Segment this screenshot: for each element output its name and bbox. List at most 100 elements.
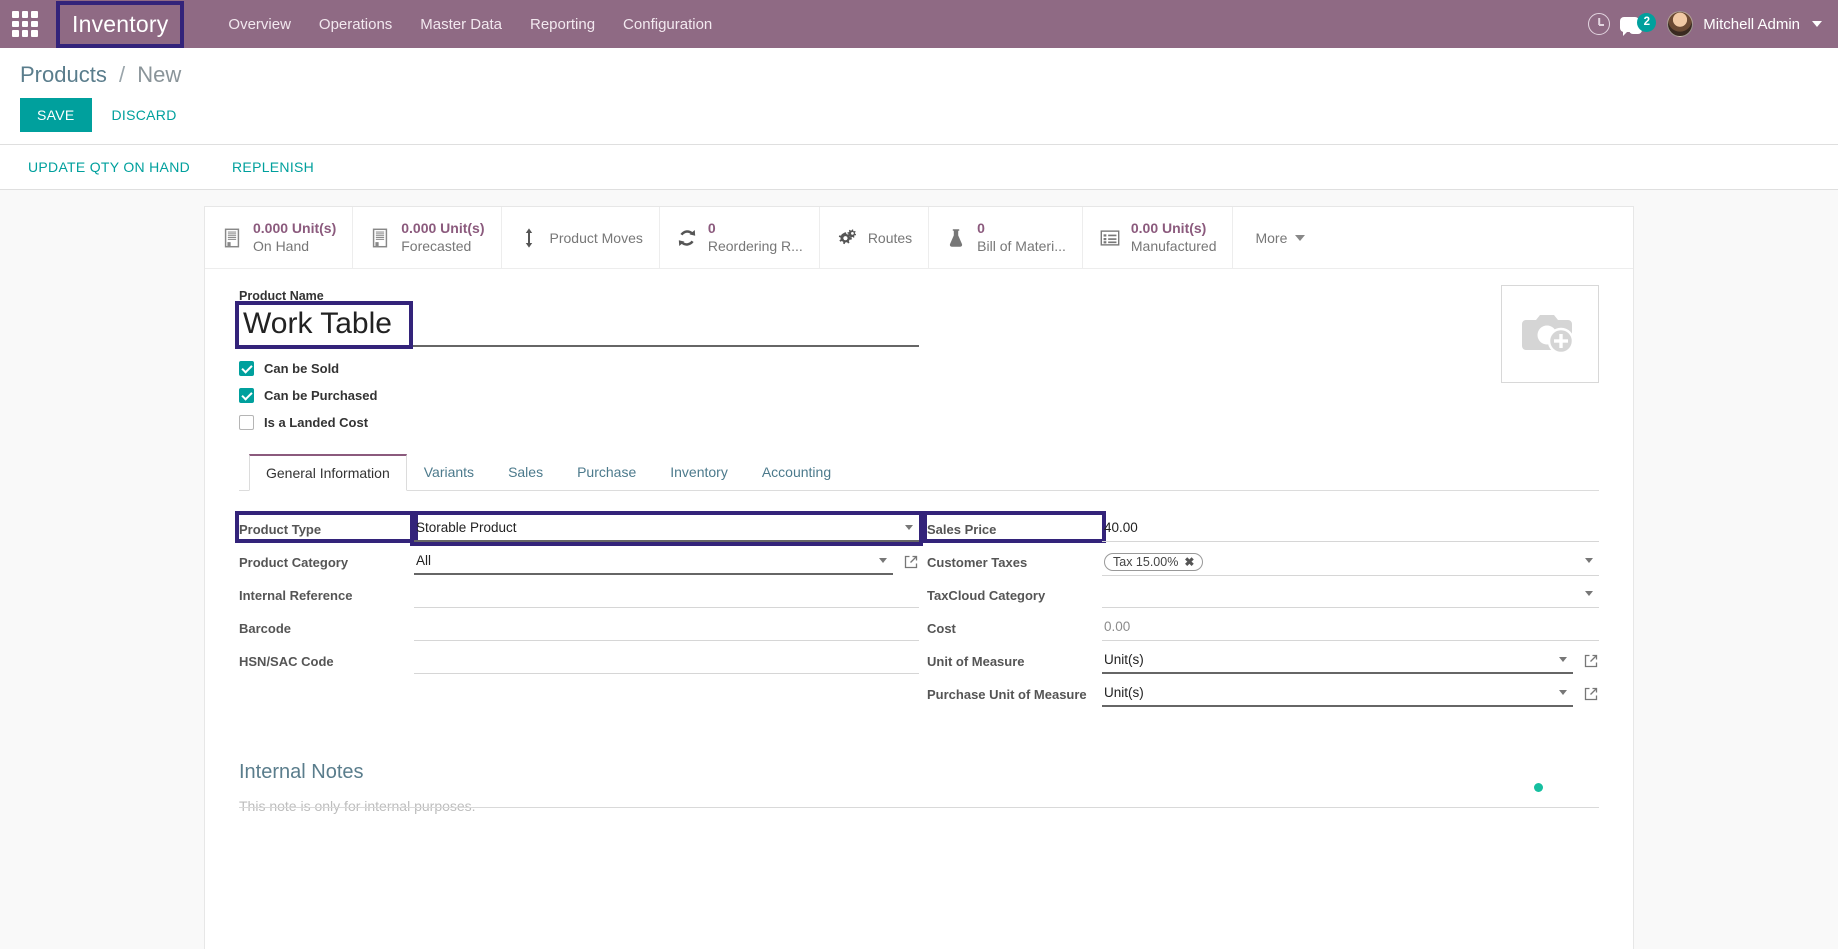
update-qty-on-hand-button[interactable]: UPDATE QTY ON HAND (20, 155, 198, 179)
chevron-down-icon[interactable] (905, 525, 913, 530)
internal-reference-field[interactable] (414, 581, 919, 608)
discard-button[interactable]: DISCARD (106, 98, 183, 132)
product-type-field[interactable]: Storable Product (410, 511, 923, 546)
field-row-hsn-sac-code: HSN/SAC Code (239, 647, 919, 676)
customer-taxes-input[interactable]: Tax 15.00% ✖ (1102, 548, 1599, 576)
close-icon[interactable]: ✖ (1184, 555, 1194, 569)
stat-button-product-moves[interactable]: Product Moves (502, 207, 660, 268)
chevron-down-icon[interactable] (1559, 657, 1567, 662)
barcode-input[interactable] (414, 614, 919, 641)
top-navbar: Inventory Overview Operations Master Dat… (0, 0, 1838, 48)
apps-grid-icon[interactable] (12, 11, 38, 37)
stat-button-on-hand[interactable]: 0.000 Unit(s) On Hand (205, 207, 354, 268)
open-product-category-icon[interactable] (903, 554, 919, 570)
checkbox-row-can-be-sold[interactable]: Can be Sold (239, 361, 1599, 376)
more-label: More (1255, 229, 1288, 246)
tab-purchase[interactable]: Purchase (560, 454, 653, 491)
menu-item-configuration[interactable]: Configuration (609, 2, 726, 47)
object-action-bar: UPDATE QTY ON HAND REPLENISH (0, 144, 1838, 190)
product-flags: Can be Sold Can be Purchased Is a Landed… (239, 361, 1599, 430)
menu-item-overview[interactable]: Overview (214, 2, 305, 47)
hsn-sac-code-label: HSN/SAC Code (239, 654, 334, 669)
clock-icon[interactable] (1588, 13, 1611, 35)
stat-button-routes[interactable]: Routes (820, 207, 930, 268)
open-unit-of-measure-icon[interactable] (1583, 653, 1599, 669)
tab-sales[interactable]: Sales (491, 454, 560, 491)
tab-variants[interactable]: Variants (407, 454, 491, 491)
breadcrumb-current: New (137, 62, 182, 87)
unit-of-measure-field[interactable]: Unit(s) (1102, 647, 1573, 674)
tab-accounting[interactable]: Accounting (745, 454, 848, 491)
cost-label: Cost (927, 621, 956, 636)
unit-of-measure-input[interactable]: Unit(s) (1102, 647, 1573, 674)
menu-item-master-data[interactable]: Master Data (406, 2, 516, 47)
tab-inventory[interactable]: Inventory (653, 454, 745, 491)
sales-price-field[interactable]: 40.00 (1102, 515, 1599, 542)
navbar-right-group: 2 Mitchell Admin (1588, 11, 1822, 37)
form-body: Product Name Work Table Can be Sold Can … (205, 269, 1633, 814)
stat-button-forecasted[interactable]: 0.000 Unit(s) Forecasted (353, 207, 502, 268)
stat-button-reordering-rules[interactable]: 0 Reordering R... (660, 207, 820, 268)
gears-icon (838, 228, 856, 244)
product-category-input[interactable]: All (414, 548, 893, 575)
refresh-icon (678, 229, 696, 246)
menu-item-operations[interactable]: Operations (305, 2, 406, 47)
tax-tag[interactable]: Tax 15.00% ✖ (1104, 553, 1204, 571)
internal-notes-section: Internal Notes This note is only for int… (239, 713, 1599, 814)
product-type-select[interactable]: Storable Product (410, 511, 923, 546)
chevron-down-icon[interactable] (1559, 690, 1567, 695)
more-stat-buttons-dropdown[interactable]: More (1233, 207, 1327, 268)
save-button[interactable]: SAVE (20, 98, 92, 132)
app-brand-inventory[interactable]: Inventory (55, 0, 185, 48)
customer-taxes-label: Customer Taxes (927, 555, 1028, 570)
taxcloud-category-field[interactable] (1102, 581, 1599, 608)
internal-notes-input[interactable]: This note is only for internal purposes. (239, 798, 1599, 814)
chevron-down-icon[interactable] (1812, 21, 1822, 27)
checkbox-row-can-be-purchased[interactable]: Can be Purchased (239, 388, 1599, 403)
product-name-input[interactable]: Work Table (235, 301, 413, 349)
internal-notes-title: Internal Notes (239, 761, 364, 783)
chevron-down-icon[interactable] (1585, 591, 1593, 596)
avatar[interactable] (1667, 11, 1694, 37)
user-menu-label[interactable]: Mitchell Admin (1703, 16, 1800, 33)
sheet-background: 0.000 Unit(s) On Hand 0.000 Unit(s) Fore… (0, 190, 1838, 949)
stat-label: Product Moves (549, 229, 643, 246)
sales-price-input[interactable]: 40.00 (1102, 515, 1599, 542)
field-row-cost: Cost 0.00 (927, 614, 1599, 643)
building-icon (373, 228, 388, 247)
breadcrumb-products[interactable]: Products (20, 62, 107, 87)
hsn-sac-code-input[interactable] (414, 647, 919, 674)
product-category-label: Product Category (239, 555, 349, 570)
taxcloud-category-label: TaxCloud Category (927, 588, 1046, 603)
tab-general-information[interactable]: General Information (249, 454, 407, 491)
notebook-tabs: General Information Variants Sales Purch… (239, 454, 1599, 491)
stat-button-manufactured[interactable]: 0.00 Unit(s) Manufactured (1083, 207, 1234, 268)
stat-label: Manufactured (1130, 237, 1217, 254)
replenish-button[interactable]: REPLENISH (224, 155, 322, 179)
taxcloud-category-input[interactable] (1102, 581, 1599, 608)
product-image-upload[interactable] (1501, 285, 1599, 383)
barcode-field[interactable] (414, 614, 919, 641)
internal-reference-input[interactable] (414, 581, 919, 608)
is-a-landed-cost-checkbox[interactable] (239, 415, 254, 430)
menu-item-reporting[interactable]: Reporting (516, 2, 609, 47)
product-category-field[interactable]: All (414, 548, 893, 575)
purchase-unit-of-measure-input[interactable]: Unit(s) (1102, 680, 1573, 707)
field-row-taxcloud-category: TaxCloud Category (927, 581, 1599, 610)
chevron-down-icon[interactable] (879, 558, 887, 563)
cost-field[interactable]: 0.00 (1102, 614, 1599, 641)
customer-taxes-field[interactable]: Tax 15.00% ✖ (1102, 548, 1599, 576)
chevron-down-icon[interactable] (1585, 558, 1593, 563)
purchase-unit-of-measure-field[interactable]: Unit(s) (1102, 680, 1573, 707)
hsn-sac-code-field[interactable] (414, 647, 919, 674)
camera-plus-icon (1522, 315, 1575, 355)
can-be-sold-checkbox[interactable] (239, 361, 254, 376)
can-be-purchased-checkbox[interactable] (239, 388, 254, 403)
stat-button-bill-of-materials[interactable]: 0 Bill of Materi... (929, 207, 1083, 268)
open-purchase-unit-of-measure-icon[interactable] (1583, 686, 1599, 702)
cost-input[interactable]: 0.00 (1102, 614, 1599, 641)
sales-price-label: Sales Price (923, 511, 1106, 543)
stat-value: 0.000 Unit(s) (253, 220, 337, 236)
messages-button[interactable]: 2 (1620, 12, 1657, 36)
checkbox-row-is-a-landed-cost[interactable]: Is a Landed Cost (239, 415, 1599, 430)
